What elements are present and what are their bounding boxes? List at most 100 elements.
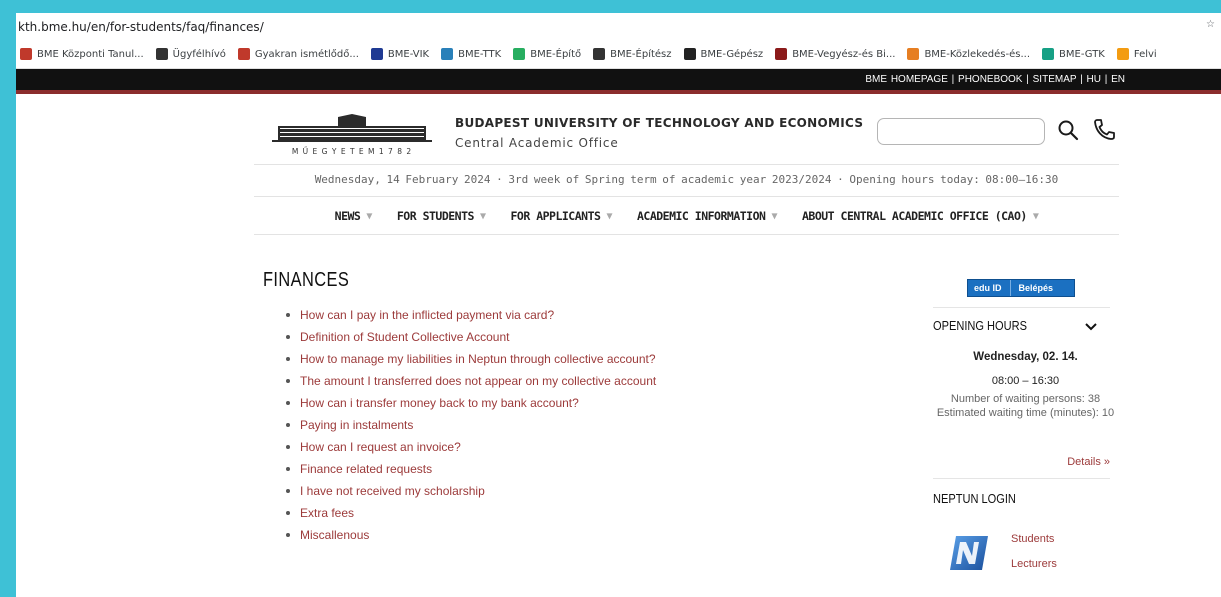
- search-input[interactable]: [877, 118, 1045, 145]
- divider: [254, 164, 1119, 165]
- nav-item-label: NEWS: [334, 209, 361, 223]
- nav-item[interactable]: ACADEMIC INFORMATION ▼: [637, 209, 777, 223]
- bookmark-item[interactable]: BME-Építész: [593, 48, 672, 60]
- bookmark-item[interactable]: BME-Vegyész-és Bi...: [775, 48, 895, 60]
- faq-link[interactable]: Finance related requests: [300, 462, 432, 476]
- caret-down-icon: ▼: [479, 210, 486, 222]
- caret-down-icon: ▼: [606, 210, 612, 222]
- faq-list-item[interactable]: Finance related requests: [286, 458, 656, 480]
- star-icon[interactable]: ☆: [1206, 19, 1215, 30]
- faq-link[interactable]: The amount I transferred does not appear…: [300, 374, 656, 388]
- bookmark-favicon-icon: [370, 48, 383, 60]
- address-bar[interactable]: kth.bme.hu/en/for-students/faq/finances/…: [16, 13, 1221, 40]
- caret-down-icon: ▼: [1032, 210, 1039, 222]
- phone-icon[interactable]: [1091, 116, 1117, 142]
- faq-link[interactable]: Extra fees: [300, 506, 354, 520]
- nav-item-label: FOR STUDENTS: [396, 209, 475, 223]
- opening-time: 08:00 – 16:30: [991, 375, 1060, 387]
- bookmark-favicon-icon: [1042, 48, 1055, 60]
- bookmark-favicon-icon: [237, 48, 250, 60]
- bullet-icon: [286, 489, 290, 493]
- bookmark-item[interactable]: BME-Közlekedés-és...: [907, 48, 1030, 60]
- faq-list-item[interactable]: How can I request an invoice?: [286, 436, 656, 458]
- url-text[interactable]: kth.bme.hu/en/for-students/faq/finances/: [18, 20, 264, 34]
- faq-link[interactable]: How can I request an invoice?: [300, 440, 461, 454]
- faq-list-item[interactable]: The amount I transferred does not appear…: [286, 370, 656, 392]
- nav-item-label: FOR APPLICANTS: [510, 209, 601, 223]
- nav-item-label: ACADEMIC INFORMATION: [636, 209, 766, 223]
- nav-item[interactable]: NEWS ▼: [334, 209, 373, 223]
- faq-link[interactable]: How can i transfer money back to my bank…: [300, 396, 579, 410]
- bookmark-item[interactable]: BME-VIK: [370, 48, 429, 60]
- bookmark-item[interactable]: BME-Gépész: [683, 48, 763, 60]
- bullet-icon: [286, 511, 290, 515]
- nav-item[interactable]: FOR APPLICANTS ▼: [510, 209, 613, 223]
- faq-link[interactable]: How to manage my liabilities in Neptun t…: [300, 352, 656, 366]
- neptun-logo-icon[interactable]: [948, 534, 990, 572]
- bookmark-item[interactable]: BME-TTK: [441, 48, 501, 60]
- faq-link[interactable]: Definition of Student Collective Account: [300, 330, 509, 344]
- date-info-line: Wednesday, 14 February 2024 · 3rd week o…: [314, 173, 1059, 186]
- details-link[interactable]: Details »: [1016, 456, 1110, 468]
- logo-text: M Ű E G Y E T E M 1 7 8 2: [292, 147, 412, 156]
- bookmark-favicon-icon: [155, 48, 168, 60]
- bookmark-favicon-icon: [20, 48, 32, 60]
- eduid-login-button[interactable]: edu ID Belépés: [967, 279, 1075, 297]
- faq-link[interactable]: How can I pay in the inflicted payment v…: [300, 308, 554, 322]
- bookmark-label: BME-Vegyész-és Bi...: [792, 48, 896, 60]
- bullet-icon: [286, 533, 290, 537]
- utility-links[interactable]: BME HOMEPAGE | PHONEBOOK | SITEMAP | HU …: [865, 74, 1125, 85]
- faq-list-item[interactable]: How can i transfer money back to my bank…: [286, 392, 656, 414]
- bookmark-item[interactable]: Ügyfélhívó: [155, 48, 226, 60]
- bookmark-label: BME Központi Tanul...: [37, 48, 144, 60]
- chevron-down-icon[interactable]: [1084, 322, 1098, 332]
- faq-list-item[interactable]: How to manage my liabilities in Neptun t…: [286, 348, 656, 370]
- caret-down-icon: ▼: [771, 210, 777, 222]
- eduid-brand: edu ID: [974, 283, 1002, 293]
- bookmark-label: Gyakran ismétlődő...: [254, 48, 359, 60]
- bookmark-label: Felvi: [1133, 48, 1157, 60]
- bookmarks-bar: BME Központi Tanul... Ügyfélhívó Gyakran i…: [16, 40, 1221, 69]
- bookmark-item[interactable]: Gyakran ismétlődő...: [237, 48, 359, 60]
- caret-down-icon: ▼: [366, 210, 372, 222]
- divider: [254, 234, 1119, 235]
- eduid-login-label: Belépés: [1018, 283, 1054, 293]
- neptun-students-link[interactable]: Students: [1011, 533, 1054, 545]
- faq-list-item[interactable]: Definition of Student Collective Account: [286, 326, 656, 348]
- neptun-login-title: NEPTUN LOGIN: [933, 491, 1016, 506]
- faq-list-item[interactable]: How can I pay in the inflicted payment v…: [286, 304, 656, 326]
- faq-link[interactable]: Miscallenous: [300, 528, 369, 542]
- page-title: FINANCES: [263, 269, 350, 291]
- bookmark-item[interactable]: BME-GTK: [1042, 48, 1105, 60]
- bme-logo-icon[interactable]: M Ű E G Y E T E M 1 7 8 2: [268, 114, 436, 156]
- office-name: Central Academic Office: [455, 136, 619, 150]
- waiting-info: Number of waiting persons: 38 Estimated …: [936, 393, 1115, 419]
- bookmark-favicon-icon: [593, 48, 606, 60]
- bookmark-item[interactable]: BME Központi Tanul...: [20, 48, 144, 60]
- bookmark-label: BME-Építő: [530, 48, 582, 60]
- bookmark-item[interactable]: Felvi: [1116, 48, 1157, 60]
- sidebar-divider: [933, 307, 1110, 308]
- bookmark-favicon-icon: [513, 48, 526, 60]
- bookmark-label: Ügyfélhívó: [172, 48, 226, 60]
- bookmark-item[interactable]: BME-Építő: [513, 48, 581, 60]
- faq-link[interactable]: Paying in instalments: [300, 418, 413, 432]
- faq-link[interactable]: I have not received my scholarship: [300, 484, 485, 498]
- faq-list-item[interactable]: I have not received my scholarship: [286, 480, 656, 502]
- sidebar-divider: [933, 478, 1110, 479]
- bullet-icon: [286, 335, 290, 339]
- bullet-icon: [286, 445, 290, 449]
- neptun-lecturers-link[interactable]: Lecturers: [1011, 558, 1057, 570]
- bullet-icon: [286, 313, 290, 317]
- nav-item[interactable]: FOR STUDENTS ▼: [397, 209, 486, 223]
- search-icon[interactable]: [1056, 118, 1080, 142]
- university-name: BUDAPEST UNIVERSITY OF TECHNOLOGY AND EC…: [455, 116, 864, 130]
- bookmark-favicon-icon: [1116, 48, 1129, 60]
- faq-list-item[interactable]: Extra fees: [286, 502, 656, 524]
- top-utility-bar: BME HOMEPAGE | PHONEBOOK | SITEMAP | HU …: [16, 69, 1221, 94]
- nav-item-label: ABOUT CENTRAL ACADEMIC OFFICE (CAO): [801, 209, 1027, 223]
- faq-list-item[interactable]: Paying in instalments: [286, 414, 656, 436]
- nav-item[interactable]: ABOUT CENTRAL ACADEMIC OFFICE (CAO) ▼: [801, 209, 1039, 223]
- bullet-icon: [286, 379, 290, 383]
- faq-list-item[interactable]: Miscallenous: [286, 524, 656, 546]
